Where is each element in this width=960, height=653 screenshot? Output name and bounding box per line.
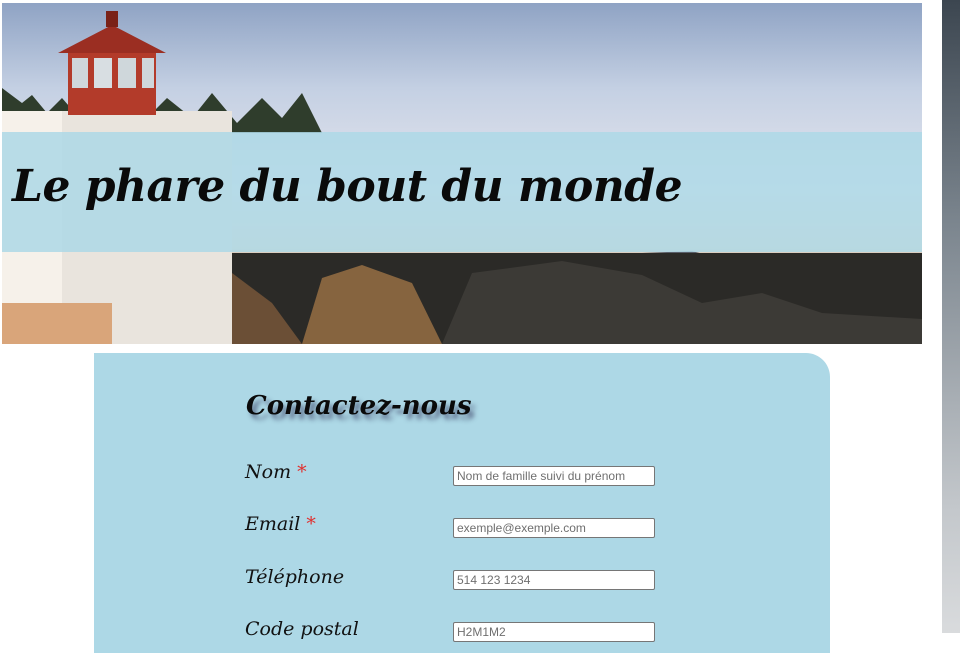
name-label-text: Nom xyxy=(245,461,292,483)
email-input[interactable] xyxy=(453,518,655,538)
postal-code-label-text: Code postal xyxy=(245,618,359,640)
contact-heading: Contactez-nous xyxy=(246,391,472,421)
header-banner: Le phare du bout du monde xyxy=(2,3,922,344)
contact-panel: Contactez-nous Nom* Email* Téléphone Cod… xyxy=(94,353,830,653)
phone-input[interactable] xyxy=(453,570,655,590)
site-title: Le phare du bout du monde xyxy=(12,161,683,212)
required-marker: * xyxy=(306,513,316,535)
page-side-gradient xyxy=(942,0,960,633)
phone-label: Téléphone xyxy=(245,566,344,588)
name-input[interactable] xyxy=(453,466,655,486)
required-marker: * xyxy=(297,461,307,483)
phone-label-text: Téléphone xyxy=(245,566,345,588)
email-label-text: Email xyxy=(245,513,301,535)
name-label: Nom * xyxy=(245,461,307,483)
postal-code-label: Code postal xyxy=(245,618,359,640)
postal-code-input[interactable] xyxy=(453,622,655,642)
email-label: Email * xyxy=(245,513,316,535)
